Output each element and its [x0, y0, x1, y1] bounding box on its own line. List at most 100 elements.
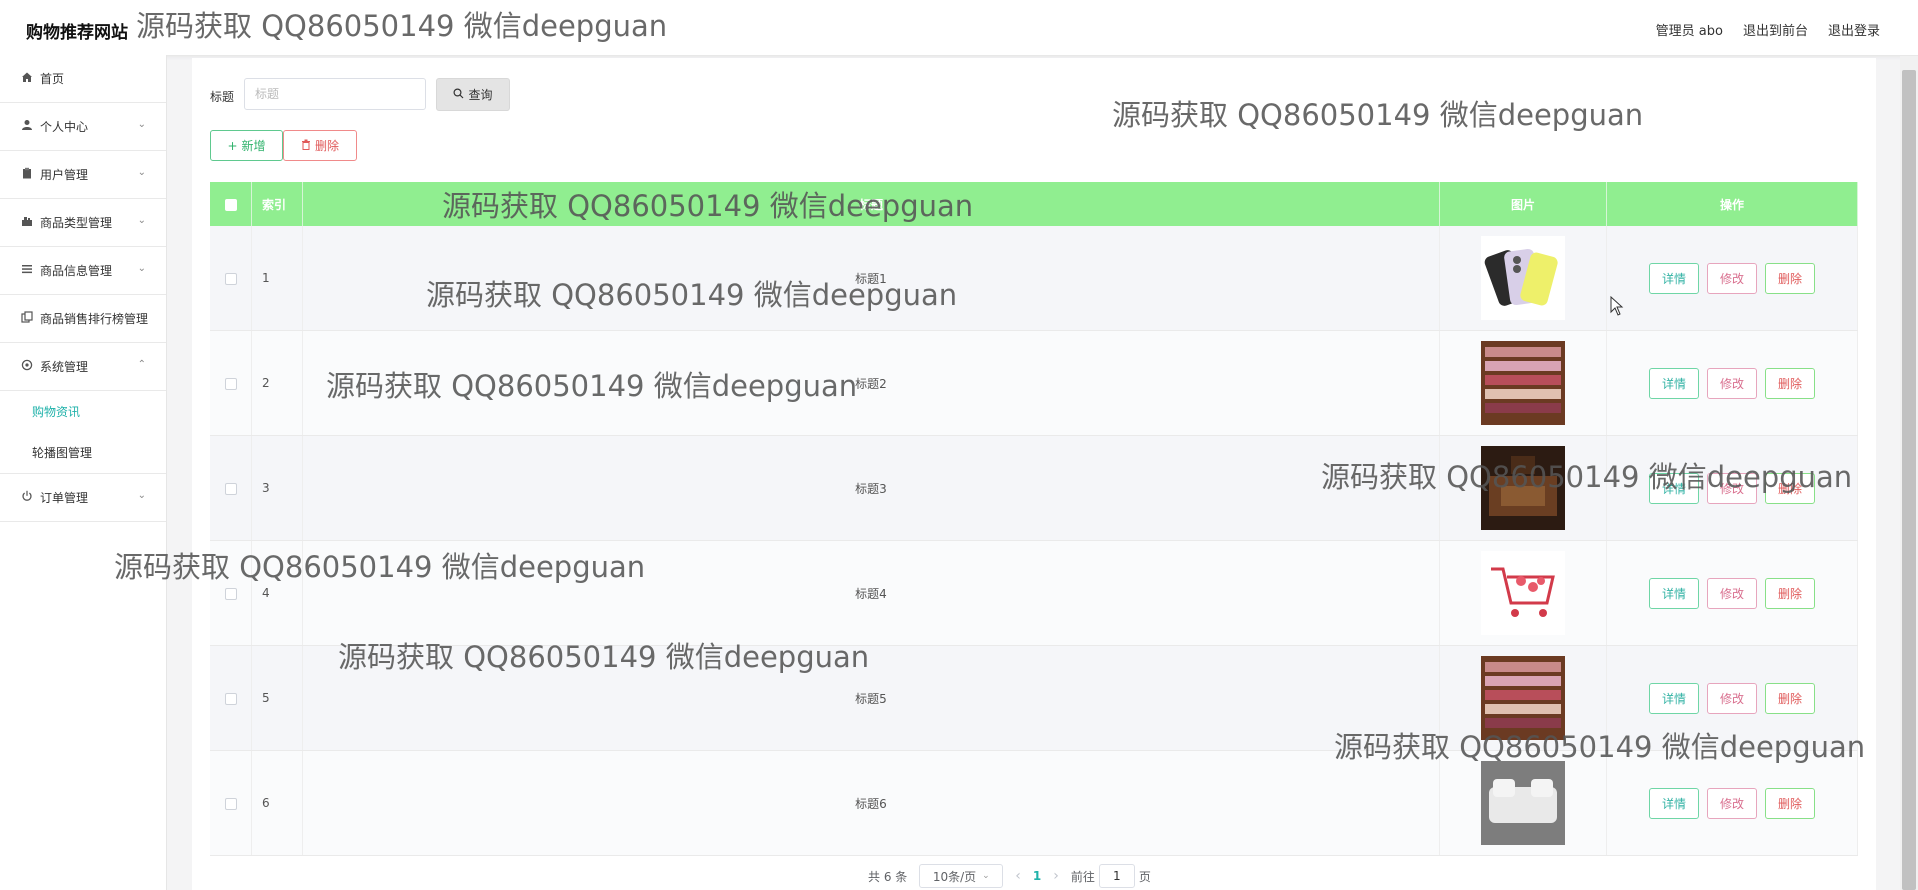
- sidebar-item-label: 首页: [40, 72, 65, 86]
- row-index: 1: [251, 226, 303, 331]
- edit-button[interactable]: 修改: [1707, 472, 1757, 504]
- shopping-cart-image[interactable]: [1481, 551, 1565, 635]
- chevron-down-icon: ⌄: [137, 263, 146, 274]
- delete-button[interactable]: 删除: [1765, 262, 1815, 294]
- detail-button[interactable]: 详情: [1649, 262, 1699, 294]
- edit-button[interactable]: 修改: [1707, 787, 1757, 819]
- chevron-down-icon: ⌄: [137, 119, 146, 130]
- mouse-cursor-icon: [1610, 295, 1624, 320]
- sidebar-item-system[interactable]: 系统管理 ⌃: [0, 343, 166, 391]
- query-button[interactable]: 查询: [436, 78, 510, 111]
- row-title: 标题4: [302, 540, 1440, 646]
- row-index: 2: [251, 330, 303, 436]
- prev-page-icon[interactable]: ‹: [1015, 868, 1021, 884]
- select-all-checkbox[interactable]: [224, 198, 237, 211]
- edit-button[interactable]: 修改: [1707, 367, 1757, 399]
- phone-image[interactable]: [1481, 236, 1565, 320]
- main-content: 标题 查询 + 新增 删除 索引 标题 图片 操作 1: [192, 58, 1876, 890]
- sidebar-subitem-carousel[interactable]: 轮播图管理: [0, 432, 166, 474]
- title-search-input[interactable]: [244, 78, 426, 110]
- detail-button[interactable]: 详情: [1649, 682, 1699, 714]
- page-size-select[interactable]: 10条/页 ⌄: [919, 864, 1004, 888]
- furniture-image[interactable]: [1481, 446, 1565, 530]
- delete-button[interactable]: 删除: [1765, 472, 1815, 504]
- table-row: 4 标题4 详情 修改 删除: [210, 540, 1858, 646]
- sidebar-subitem-shopping-news[interactable]: 购物资讯: [0, 391, 166, 432]
- detail-button[interactable]: 详情: [1649, 472, 1699, 504]
- back-to-frontend-link[interactable]: 退出到前台: [1743, 20, 1808, 39]
- row-title: 标题3: [302, 435, 1440, 541]
- header-title[interactable]: 标题: [302, 182, 1440, 226]
- edit-button[interactable]: 修改: [1707, 577, 1757, 609]
- edit-button[interactable]: 修改: [1707, 262, 1757, 294]
- detail-button[interactable]: 详情: [1649, 367, 1699, 399]
- sidebar-item-home[interactable]: 首页: [0, 55, 166, 103]
- detail-button[interactable]: 详情: [1649, 577, 1699, 609]
- next-page-icon[interactable]: ›: [1053, 868, 1059, 884]
- pagination: 共 6 条 10条/页 ⌄ ‹ 1 › 前往 1 页: [868, 864, 1151, 888]
- data-table: 索引 标题 图片 操作 1 标题1 详情 修改 删除 2 标题2 详情 修改 删…: [210, 182, 1858, 856]
- table-row: 5 标题5 详情 修改 删除: [210, 645, 1858, 751]
- clipboard-icon: [20, 167, 34, 182]
- search-label: 标题: [210, 90, 235, 104]
- row-checkbox[interactable]: [224, 587, 237, 600]
- delete-button[interactable]: 删除: [1765, 682, 1815, 714]
- sidebar-item-label: 商品信息管理: [40, 264, 113, 278]
- shoe-shelf-image[interactable]: [1481, 656, 1565, 740]
- admin-user-link[interactable]: 管理员 abo: [1656, 20, 1723, 39]
- sidebar-item-label: 订单管理: [40, 491, 89, 505]
- sidebar-item-users[interactable]: 用户管理 ⌄: [0, 151, 166, 199]
- row-title: 标题6: [302, 750, 1440, 856]
- sidebar-item-label: 系统管理: [40, 360, 89, 374]
- sidebar-item-label: 个人中心: [40, 120, 89, 134]
- row-index: 3: [251, 435, 303, 541]
- search-icon: [453, 87, 464, 102]
- sidebar-item-label: 商品销售排行榜管理: [40, 312, 149, 326]
- delete-button[interactable]: 删除: [1765, 577, 1815, 609]
- row-checkbox[interactable]: [224, 482, 237, 495]
- table-header-row: 索引 标题 图片 操作: [210, 182, 1858, 226]
- header-index: 索引: [251, 182, 303, 226]
- row-title: 标题1: [302, 226, 1440, 331]
- edit-button[interactable]: 修改: [1707, 682, 1757, 714]
- batch-delete-button[interactable]: 删除: [283, 130, 357, 161]
- header-image[interactable]: 图片: [1439, 182, 1607, 226]
- chevron-down-icon: ⌄: [137, 490, 146, 501]
- row-index: 6: [251, 750, 303, 856]
- row-title: 标题2: [302, 330, 1440, 436]
- header-actions: 操作: [1606, 182, 1858, 226]
- sidebar-item-product-info[interactable]: 商品信息管理 ⌄: [0, 247, 166, 295]
- row-checkbox[interactable]: [224, 272, 237, 285]
- sofa-image[interactable]: [1481, 761, 1565, 845]
- query-button-label: 查询: [468, 88, 493, 102]
- chevron-down-icon: ⌄: [982, 871, 990, 881]
- category-icon: [20, 215, 34, 230]
- row-index: 4: [251, 540, 303, 646]
- sidebar-item-profile[interactable]: 个人中心 ⌄: [0, 103, 166, 151]
- copy-icon: [20, 311, 34, 326]
- sidebar: 首页 个人中心 ⌄ 用户管理 ⌄ 商品类型管理 ⌄ 商品信息管理 ⌄ 商品销售排…: [0, 55, 167, 890]
- goto-page-input[interactable]: 1: [1098, 864, 1135, 888]
- detail-button[interactable]: 详情: [1649, 787, 1699, 819]
- delete-button[interactable]: 删除: [1765, 787, 1815, 819]
- row-checkbox[interactable]: [224, 797, 237, 810]
- sidebar-item-product-types[interactable]: 商品类型管理 ⌄: [0, 199, 166, 247]
- table-row: 6 标题6 详情 修改 删除: [210, 750, 1858, 856]
- add-button[interactable]: + 新增: [210, 130, 283, 161]
- site-brand: 购物推荐网站: [26, 23, 128, 43]
- row-checkbox[interactable]: [224, 377, 237, 390]
- chevron-down-icon: ⌄: [137, 215, 146, 226]
- scrollbar-thumb[interactable]: [1902, 70, 1916, 890]
- shoe-shelf-image[interactable]: [1481, 341, 1565, 425]
- sidebar-item-orders[interactable]: 订单管理 ⌄: [0, 474, 166, 522]
- page-size-value: 10条/页: [932, 869, 977, 884]
- pagination-total: 共 6 条: [868, 869, 908, 884]
- list-icon: [20, 263, 34, 278]
- sidebar-item-sales-ranking[interactable]: 商品销售排行榜管理: [0, 295, 166, 343]
- goto-suffix: 页: [1138, 869, 1151, 884]
- row-checkbox[interactable]: [224, 692, 237, 705]
- page-number-current[interactable]: 1: [1033, 869, 1041, 883]
- logout-link[interactable]: 退出登录: [1828, 20, 1880, 39]
- plus-icon: +: [227, 138, 238, 153]
- delete-button[interactable]: 删除: [1765, 367, 1815, 399]
